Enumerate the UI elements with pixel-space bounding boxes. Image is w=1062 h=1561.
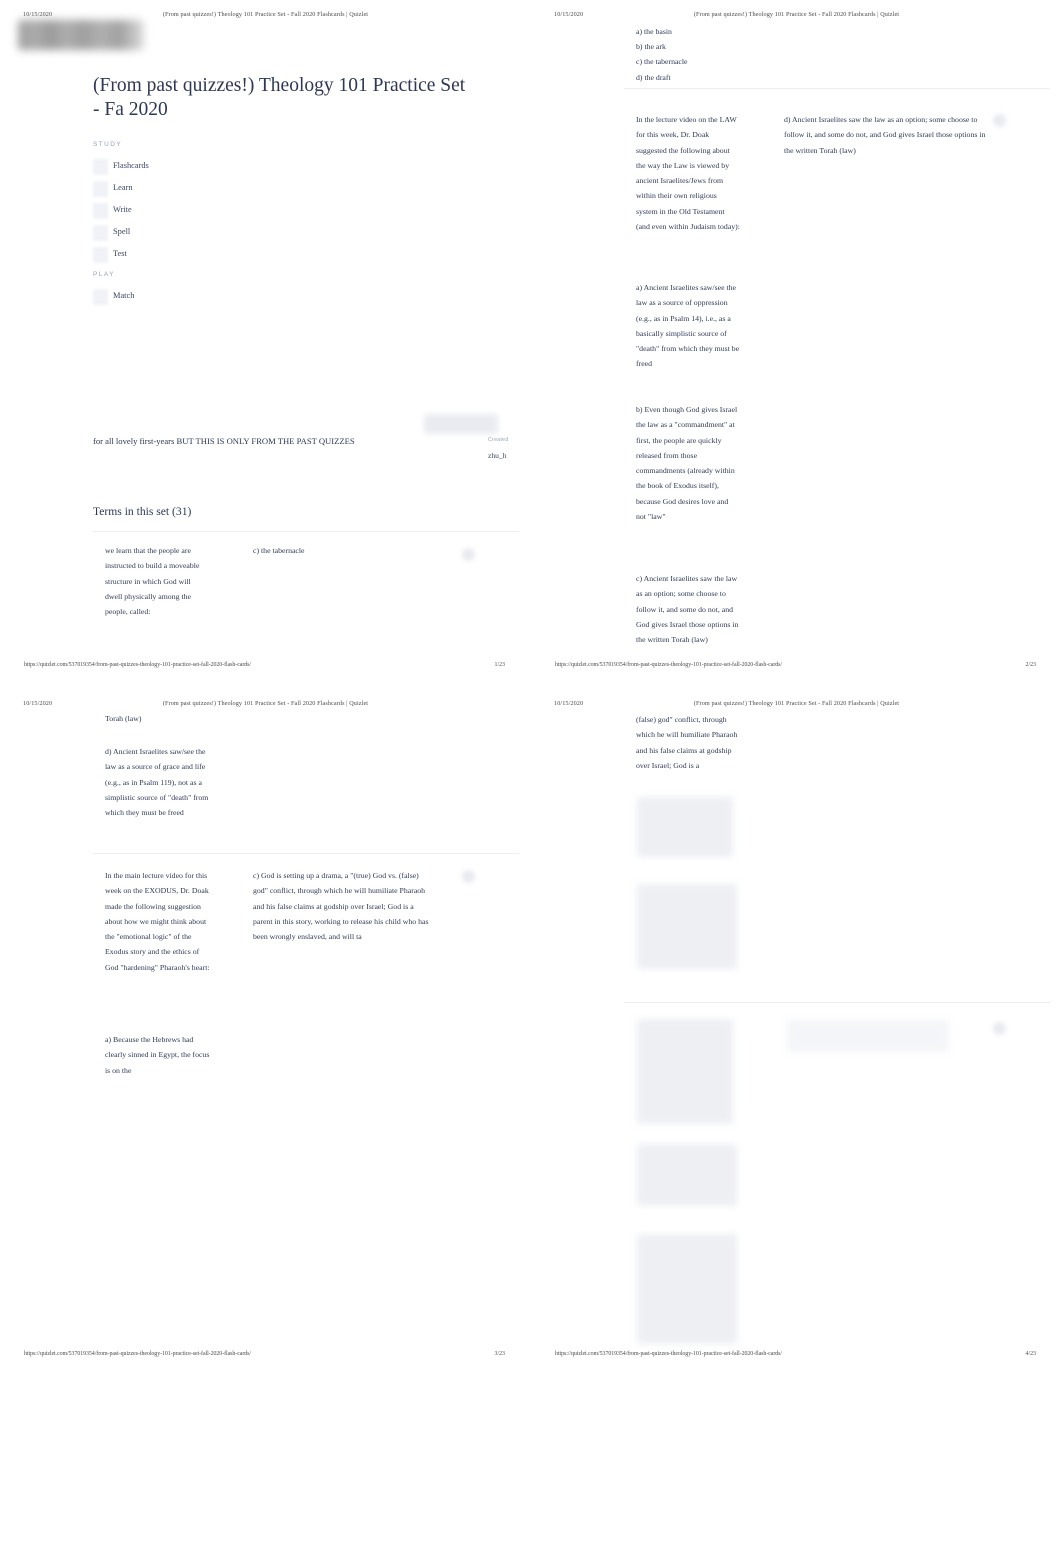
card-definition: d) Ancient Israelites saw the law as an … xyxy=(784,115,986,155)
print-page-4: 10/15/2020 (From past quizzes!) Theology… xyxy=(531,689,1062,1376)
obscured-card-text-block xyxy=(637,1234,737,1344)
card-term-continued: Torah (law) xyxy=(105,714,142,723)
terms-in-set-heading: Terms in this set (31) xyxy=(93,505,192,518)
sidebar-item-write[interactable]: Write xyxy=(93,201,263,223)
sidebar-item-label: Test xyxy=(113,249,127,258)
card-definition-continued: a) the basin b) the ark c) the tabernacl… xyxy=(636,27,688,82)
play-section-heading: PLAY xyxy=(93,271,115,278)
page-footer: https://quizlet.com/537019354/from-past-… xyxy=(0,662,531,674)
card-definition: c) the tabernacle xyxy=(253,546,305,555)
study-nav-list: Flashcards Learn Write Spell Test xyxy=(93,157,263,267)
footer-url: https://quizlet.com/537019354/from-past-… xyxy=(24,1351,251,1357)
footer-page-number: 2/23 xyxy=(1025,662,1036,668)
star-icon[interactable] xyxy=(462,548,475,561)
page-header: 10/15/2020 (From past quizzes!) Theology… xyxy=(531,700,1062,712)
star-icon[interactable] xyxy=(462,870,475,883)
card-term-option-d: d) Ancient Israelites saw/see the law as… xyxy=(105,747,209,818)
print-page-2: 10/15/2020 (From past quizzes!) Theology… xyxy=(531,0,1062,687)
match-icon xyxy=(93,289,108,305)
page-footer: https://quizlet.com/537019354/from-past-… xyxy=(531,662,1062,674)
header-title: (From past quizzes!) Theology 101 Practi… xyxy=(162,11,369,18)
sidebar-item-spell[interactable]: Spell xyxy=(93,223,263,245)
write-icon xyxy=(93,203,108,219)
obscured-card-text-block xyxy=(637,884,737,969)
card-term-option-b: b) Even though God gives Israel the law … xyxy=(636,405,738,522)
created-label: Created xyxy=(488,437,509,443)
obscured-card-text-block xyxy=(637,1019,733,1124)
card-term: we learn that the people are instructed … xyxy=(105,546,200,617)
card-term-option-a: a) Ancient Israelites saw/see the law as… xyxy=(636,283,740,369)
page-footer: https://quizlet.com/537019354/from-past-… xyxy=(531,1351,1062,1363)
card-term: In the main lecture video for this week … xyxy=(105,871,210,972)
table-row[interactable]: we learn that the people are instructed … xyxy=(93,531,519,661)
footer-page-number: 4/23 xyxy=(1025,1351,1036,1357)
flashcards-icon xyxy=(93,159,108,175)
study-section-heading: STUDY xyxy=(93,141,123,148)
card-divider xyxy=(624,1002,1050,1003)
spell-icon xyxy=(93,225,108,241)
author-avatar xyxy=(424,414,498,434)
sidebar-item-label: Learn xyxy=(113,183,133,192)
footer-url: https://quizlet.com/537019354/from-past-… xyxy=(555,1351,782,1357)
card-definition-continued: (false) god" conflict, through which he … xyxy=(636,715,738,770)
page-title: (From past quizzes!) Theology 101 Practi… xyxy=(93,75,466,120)
obscured-card-text-block xyxy=(637,1144,737,1206)
page-header: 10/15/2020 (From past quizzes!) Theology… xyxy=(0,700,531,712)
card-divider xyxy=(624,88,1050,89)
footer-url: https://quizlet.com/537019354/from-past-… xyxy=(24,662,251,668)
table-row[interactable]: In the main lecture video for this week … xyxy=(93,857,519,1347)
card-term-option-a: a) Because the Hebrews had clearly sinne… xyxy=(105,1035,210,1075)
obscured-card-text-block xyxy=(637,797,733,857)
card-divider xyxy=(93,853,519,854)
table-row[interactable]: In the lecture video on the LAW for this… xyxy=(624,101,1050,656)
page-footer: https://quizlet.com/537019354/from-past-… xyxy=(0,1351,531,1363)
footer-page-number: 3/23 xyxy=(494,1351,505,1357)
footer-page-number: 1/23 xyxy=(494,662,505,668)
page-header: 10/15/2020 (From past quizzes!) Theology… xyxy=(531,11,1062,23)
header-title: (From past quizzes!) Theology 101 Practi… xyxy=(693,700,900,707)
footer-url: https://quizlet.com/537019354/from-past-… xyxy=(555,662,782,668)
card-definition: c) God is setting up a drama, a "(true) … xyxy=(253,871,429,942)
sidebar-item-test[interactable]: Test xyxy=(93,245,263,267)
sidebar-item-learn[interactable]: Learn xyxy=(93,179,263,201)
header-title: (From past quizzes!) Theology 101 Practi… xyxy=(162,700,369,707)
sidebar-item-label: Match xyxy=(113,291,135,300)
created-by-username[interactable]: zhu_h xyxy=(488,451,507,460)
sidebar-item-match[interactable]: Match xyxy=(93,287,263,309)
print-page-3: 10/15/2020 (From past quizzes!) Theology… xyxy=(0,689,531,1376)
sidebar-item-label: Spell xyxy=(113,227,131,236)
play-nav-list: Match xyxy=(93,287,263,309)
test-icon xyxy=(93,247,108,263)
obscured-card-definition-block xyxy=(787,1020,949,1052)
sidebar-item-flashcards[interactable]: Flashcards xyxy=(93,157,263,179)
set-description: for all lovely first-years BUT THIS IS O… xyxy=(93,436,355,446)
sidebar-item-label: Write xyxy=(113,205,132,214)
card-term: In the lecture video on the LAW for this… xyxy=(636,115,740,232)
print-page-1: 10/15/2020 (From past quizzes!) Theology… xyxy=(0,0,531,687)
star-icon[interactable] xyxy=(993,114,1006,127)
learn-icon xyxy=(93,181,108,197)
header-title: (From past quizzes!) Theology 101 Practi… xyxy=(693,11,900,18)
star-icon[interactable] xyxy=(993,1022,1006,1035)
sidebar-item-label: Flashcards xyxy=(113,161,149,170)
quizlet-logo xyxy=(18,20,144,50)
card-term-option-c: c) Ancient Israelites saw the law as an … xyxy=(636,574,739,645)
